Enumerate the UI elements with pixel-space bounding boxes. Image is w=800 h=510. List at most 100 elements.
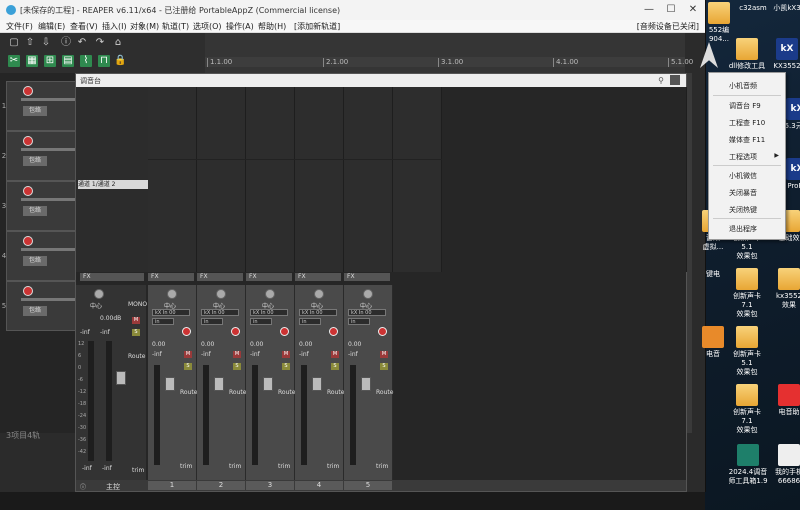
- input-monitor[interactable]: in: [299, 318, 321, 325]
- volume-fader[interactable]: [116, 371, 126, 385]
- trim-button[interactable]: trim: [376, 463, 388, 470]
- route-button[interactable]: Route: [180, 389, 197, 396]
- item-grouping-icon[interactable]: ▤: [62, 55, 74, 67]
- trim-button[interactable]: trim: [327, 463, 339, 470]
- menu-edit[interactable]: 编辑(E): [38, 21, 65, 32]
- project-settings-icon[interactable]: ⓘ: [60, 37, 72, 49]
- track-name-field[interactable]: [21, 198, 77, 201]
- envelope-lock-icon[interactable]: ⌇: [80, 55, 92, 67]
- fx-button[interactable]: FX: [197, 273, 243, 281]
- solo-button[interactable]: S: [132, 329, 140, 336]
- mixer-title-bar[interactable]: 调音台 ⚲: [76, 74, 686, 87]
- record-arm-icon[interactable]: [378, 327, 387, 336]
- master-name[interactable]: 主控: [106, 482, 120, 492]
- track-name-field[interactable]: [21, 98, 77, 101]
- mute-button[interactable]: M: [380, 351, 388, 358]
- record-arm-icon[interactable]: [280, 327, 289, 336]
- menu-actions[interactable]: 操作(A): [226, 21, 254, 32]
- desktop-icon[interactable]: 2024.4调音 师工具箱1.9: [724, 444, 772, 486]
- mute-button[interactable]: M: [331, 351, 339, 358]
- routing-label[interactable]: 通道 1/通道 2: [78, 180, 148, 189]
- fx-slot-column[interactable]: [246, 87, 295, 272]
- menu-item-close-explode[interactable]: 关闭暴音: [729, 188, 757, 198]
- auto-crossfade-icon[interactable]: ⊓: [98, 55, 110, 67]
- desktop-icon[interactable]: 创新声卡5.1 效果包: [728, 326, 766, 377]
- menu-item-close-hotkey[interactable]: 关闭热键: [729, 205, 757, 215]
- pan-knob[interactable]: [265, 289, 275, 299]
- solo-button[interactable]: S: [380, 363, 388, 370]
- track-name-field[interactable]: [21, 298, 77, 301]
- route-button[interactable]: Route: [376, 389, 393, 396]
- lock-icon[interactable]: 🔒: [114, 55, 126, 67]
- pan-knob[interactable]: [94, 289, 104, 299]
- desktop-icon[interactable]: 我的手机 66686: [770, 444, 800, 486]
- timeline-ruler[interactable]: 1.1.00 2.1.00 3.1.00 4.1.00 5.1.00: [205, 33, 693, 73]
- desktop-icon[interactable]: 电音助: [770, 384, 800, 417]
- record-arm-icon[interactable]: [23, 136, 33, 146]
- desktop-icon[interactable]: 创新声卡7.1 效果包: [728, 268, 766, 319]
- route-button[interactable]: Route: [229, 389, 246, 396]
- envelope-button[interactable]: 包络: [23, 156, 47, 166]
- mute-button[interactable]: M: [184, 351, 192, 358]
- fx-slot-column[interactable]: [148, 87, 197, 272]
- record-arm-icon[interactable]: [23, 186, 33, 196]
- input-monitor[interactable]: in: [250, 318, 272, 325]
- input-select[interactable]: kX In 00: [152, 309, 190, 316]
- mute-button[interactable]: M: [233, 351, 241, 358]
- fx-button[interactable]: FX: [246, 273, 292, 281]
- track-header[interactable]: 3 包络: [2, 181, 78, 231]
- volume-fader[interactable]: [263, 377, 273, 391]
- volume-fader[interactable]: [165, 377, 175, 391]
- fx-button[interactable]: FX: [344, 273, 390, 281]
- menu-options[interactable]: 选项(O): [193, 21, 222, 32]
- desktop-icon[interactable]: 创新声卡7.1 效果包: [728, 384, 766, 435]
- menu-item-audio[interactable]: 小机音频: [729, 81, 757, 91]
- minimize-button[interactable]: —: [640, 3, 658, 17]
- route-button[interactable]: Route: [128, 353, 145, 360]
- input-select[interactable]: kX In 00: [201, 309, 239, 316]
- desktop-icon[interactable]: kX KX3552: [768, 38, 800, 71]
- channel-name[interactable]: 5: [344, 481, 392, 490]
- route-button[interactable]: Route: [327, 389, 344, 396]
- volume-fader[interactable]: [214, 377, 224, 391]
- input-monitor[interactable]: in: [152, 318, 174, 325]
- channel-name[interactable]: 3: [246, 481, 294, 490]
- fx-button[interactable]: FX: [295, 273, 341, 281]
- channel-name[interactable]: 4: [295, 481, 343, 490]
- maximize-button[interactable]: ☐: [662, 3, 680, 17]
- menu-view[interactable]: 查看(V): [70, 21, 98, 32]
- pan-knob[interactable]: [216, 289, 226, 299]
- desktop-icon[interactable]: 小凯kX3: [768, 2, 800, 13]
- new-project-icon[interactable]: ▢: [8, 37, 20, 49]
- menu-item-exit[interactable]: 退出程序: [729, 224, 757, 234]
- input-select[interactable]: kX In 00: [250, 309, 288, 316]
- info-icon[interactable]: ⓘ: [80, 482, 86, 491]
- track-name-field[interactable]: [21, 148, 77, 151]
- solo-button[interactable]: S: [331, 363, 339, 370]
- input-monitor[interactable]: in: [201, 318, 223, 325]
- metronome-icon[interactable]: ⌂: [112, 37, 124, 49]
- solo-button[interactable]: S: [282, 363, 290, 370]
- menu-item[interactable]: 对象(M): [130, 21, 159, 32]
- channel-name[interactable]: 2: [197, 481, 245, 490]
- redo-icon[interactable]: ↷: [94, 37, 106, 49]
- desktop-icon[interactable]: kx3552 效果: [770, 268, 800, 310]
- route-button[interactable]: Route: [278, 389, 295, 396]
- desktop-icon[interactable]: 电音: [694, 326, 732, 359]
- pan-knob[interactable]: [314, 289, 324, 299]
- envelope-button[interactable]: 包络: [23, 106, 47, 116]
- record-arm-icon[interactable]: [23, 286, 33, 296]
- menu-item-project[interactable]: 工程查 F10: [729, 118, 765, 128]
- menu-add-track[interactable]: [添加新轨道]: [294, 21, 340, 32]
- volume-fader[interactable]: [312, 377, 322, 391]
- record-arm-icon[interactable]: [329, 327, 338, 336]
- fx-slot-column[interactable]: [344, 87, 393, 272]
- menu-item-project-options[interactable]: 工程选项: [729, 152, 757, 162]
- solo-button[interactable]: S: [184, 363, 192, 370]
- trim-button[interactable]: trim: [132, 467, 144, 474]
- menu-help[interactable]: 帮助(H): [258, 21, 286, 32]
- record-arm-icon[interactable]: [23, 236, 33, 246]
- fx-button[interactable]: FX: [148, 273, 194, 281]
- record-arm-icon[interactable]: [231, 327, 240, 336]
- grid-icon[interactable]: ▦: [26, 55, 38, 67]
